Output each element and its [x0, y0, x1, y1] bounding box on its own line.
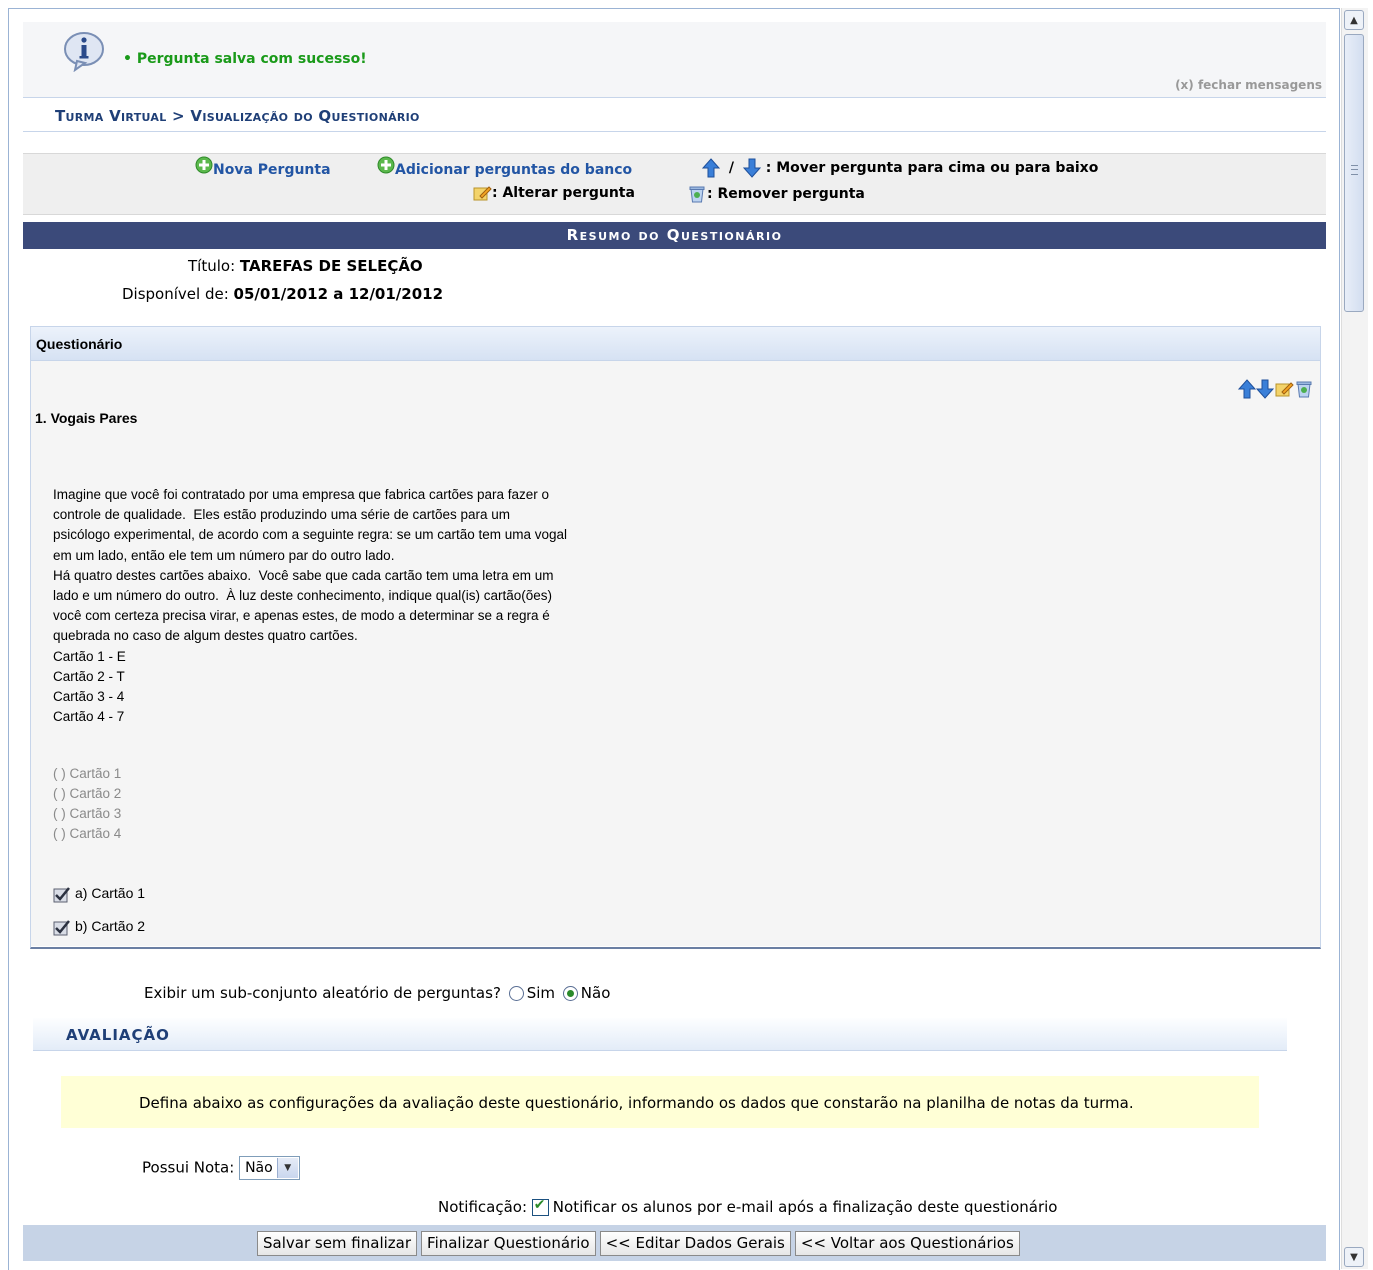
- edit-question-icon[interactable]: [1274, 379, 1294, 399]
- chevron-down-icon[interactable]: ▼: [276, 1158, 298, 1178]
- move-down-icon[interactable]: [1255, 379, 1275, 399]
- availability-label: Disponível de:: [122, 285, 229, 303]
- question-actions: [1237, 379, 1314, 403]
- evaluation-notice: Defina abaixo as configurações da avalia…: [61, 1076, 1259, 1128]
- subset-yes-radio[interactable]: [508, 986, 524, 1001]
- toolbar-row-actions: Nova Pergunta Adicionar perguntas do ban…: [23, 156, 1326, 184]
- subset-no-radio[interactable]: [562, 986, 578, 1001]
- question-body: 1. Vogais Pares Imagine que você foi con…: [31, 361, 1320, 946]
- trash-icon: [689, 186, 705, 203]
- question-line: Cartão 1 - E: [53, 648, 126, 664]
- answer-label: b) Cartão 2: [75, 918, 146, 934]
- checked-box-icon: [53, 920, 70, 936]
- close-messages-link[interactable]: (x) fechar mensagens: [1175, 78, 1322, 92]
- grade-select-value: Não: [245, 1160, 273, 1176]
- scroll-down-button[interactable]: ▼: [1344, 1247, 1364, 1267]
- remove-question-icon[interactable]: [1294, 379, 1314, 399]
- question-line: Há quatro destes cartões abaixo. Você sa…: [53, 567, 554, 583]
- evaluation-heading: AVALIAÇÃO: [66, 1026, 170, 1044]
- new-question-link[interactable]: Nova Pergunta: [213, 162, 331, 178]
- scroll-up-button[interactable]: ▲: [1344, 10, 1364, 30]
- answer-label: a) Cartão 1: [75, 885, 146, 901]
- title-row: Título: TAREFAS DE SELEÇÃO: [188, 257, 423, 275]
- questionnaire-header-label: Questionário: [36, 336, 123, 352]
- finish-questionnaire-button[interactable]: Finalizar Questionário: [421, 1231, 596, 1256]
- questionnaire-panel: Questionário 1. Vogais Pares Imagine que…: [30, 326, 1321, 949]
- question-line: psicólogo experimental, de acordo com a …: [53, 527, 568, 543]
- availability-value: 05/01/2012 a 12/01/2012: [233, 285, 444, 303]
- notification-checkbox[interactable]: [531, 1197, 549, 1216]
- question-line: em um lado, então ele tem um número par …: [53, 547, 395, 563]
- subset-yes-label: Sim: [526, 984, 555, 1002]
- grade-label: Possui Nota:: [142, 1158, 235, 1177]
- option-item: ( ) Cartão 3: [53, 806, 122, 821]
- vertical-scrollbar[interactable]: ▲ ▼: [1341, 8, 1368, 1269]
- summary-heading: Resumo do Questionário: [23, 222, 1326, 249]
- form-footer: Salvar sem finalizar Finalizar Questionár…: [23, 1225, 1326, 1261]
- evaluation-section-header: AVALIAÇÃO: [33, 1018, 1287, 1051]
- option-item: ( ) Cartão 1: [53, 766, 122, 781]
- arrow-down-icon: [742, 158, 761, 178]
- grip-icon: [1351, 165, 1358, 175]
- question-line: Cartão 2 - T: [53, 668, 125, 684]
- page-title: Turma Virtual > Visualização do Question…: [55, 107, 420, 125]
- message-area: • Pergunta salva com sucesso! (x) fechar…: [23, 22, 1326, 97]
- option-item: ( ) Cartão 2: [53, 786, 122, 801]
- edit-legend: : Alterar pergunta: [492, 185, 635, 201]
- success-message: • Pergunta salva com sucesso!: [123, 51, 367, 67]
- title-value: TAREFAS DE SELEÇÃO: [239, 257, 423, 275]
- question-text: Imagine que você foi contratado por uma …: [53, 485, 567, 727]
- arrow-up-icon: [702, 158, 720, 178]
- breadcrumb: Turma Virtual > Visualização do Question…: [23, 97, 1326, 132]
- save-without-finishing-button[interactable]: Salvar sem finalizar: [257, 1231, 418, 1256]
- evaluation-notice-text: Defina abaixo as configurações da avalia…: [139, 1094, 1134, 1112]
- question-title: 1. Vogais Pares: [35, 410, 138, 426]
- random-subset-label: Exibir um sub-conjunto aleatório de perg…: [144, 984, 501, 1002]
- question-line: controle de qualidade. Eles estão produz…: [53, 507, 511, 523]
- back-to-questionnaires-button[interactable]: << Voltar aos Questionários: [794, 1231, 1020, 1256]
- form-buttons: Salvar sem finalizar Finalizar Questionár…: [257, 1231, 1024, 1256]
- grade-row: Possui Nota: Não ▼: [142, 1156, 300, 1180]
- grade-select[interactable]: Não ▼: [239, 1156, 300, 1180]
- option-item: ( ) Cartão 4: [53, 826, 122, 841]
- answer-item: a) Cartão 1: [53, 885, 145, 903]
- questionnaire-header: Questionário: [31, 327, 1320, 361]
- availability-row: Disponível de: 05/01/2012 a 12/01/2012: [122, 285, 443, 303]
- move-up-icon[interactable]: [1237, 379, 1257, 399]
- random-subset-row: Exibir um sub-conjunto aleatório de perg…: [144, 984, 610, 1002]
- scroll-thumb[interactable]: [1344, 34, 1364, 312]
- subset-no-label: Não: [580, 984, 611, 1002]
- notification-label: Notificação:: [438, 1198, 528, 1216]
- move-separator: /: [728, 160, 734, 176]
- notification-row: Notificação: Notificar os alunos por e-m…: [438, 1197, 1058, 1216]
- question-line: Cartão 4 - 7: [53, 709, 125, 725]
- question-line: você com certeza precisa virar, e apenas…: [53, 608, 550, 624]
- move-legend: : Mover pergunta para cima ou para baixo: [765, 160, 1099, 176]
- question-toolbar: Nova Pergunta Adicionar perguntas do ban…: [23, 153, 1326, 215]
- add-from-bank-link[interactable]: Adicionar perguntas do banco: [395, 162, 632, 178]
- title-label: Título:: [188, 257, 236, 275]
- question-line: Cartão 3 - 4: [53, 689, 125, 705]
- question-line: Imagine que você foi contratado por uma …: [53, 487, 550, 502]
- info-icon: [64, 32, 104, 72]
- add-icon[interactable]: [195, 156, 213, 174]
- answer-item: b) Cartão 2: [53, 918, 145, 936]
- notification-text: Notificar os alunos por e-mail após a fi…: [552, 1198, 1058, 1216]
- question-line: quebrada no caso de algum destes quatro …: [53, 628, 358, 644]
- remove-legend: : Remover pergunta: [707, 186, 865, 202]
- edit-general-data-button[interactable]: << Editar Dados Gerais: [599, 1231, 791, 1256]
- edit-icon: [473, 186, 492, 201]
- toolbar-row-legend: : Alterar pergunta : Remover pergunta: [23, 185, 1326, 210]
- add-from-bank-icon[interactable]: [377, 156, 395, 174]
- checked-box-icon: [53, 887, 70, 903]
- question-line: lado e um número do outro. À luz deste c…: [53, 588, 553, 604]
